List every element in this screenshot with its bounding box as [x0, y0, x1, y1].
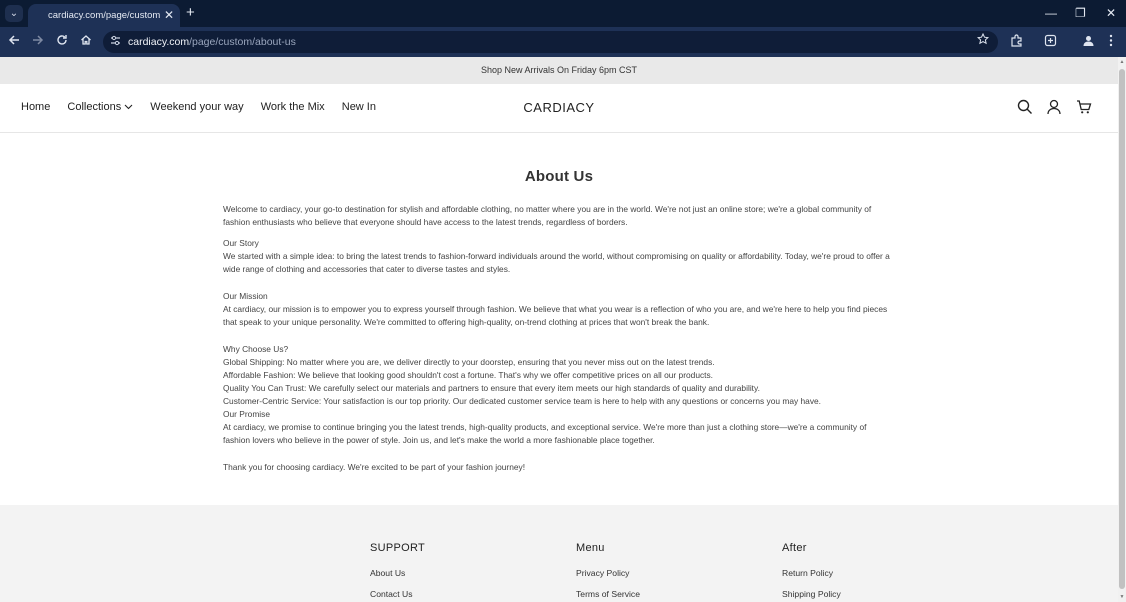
back-icon[interactable] — [6, 34, 22, 50]
announcement-bar[interactable]: Shop New Arrivals On Friday 6pm CST — [0, 57, 1118, 84]
why-item-affordable: Affordable Fashion: We believe that look… — [223, 370, 714, 380]
search-icon[interactable] — [1017, 99, 1035, 117]
footer-column-support: SUPPORT About Us Contact Us — [370, 542, 425, 602]
intro-paragraph: Welcome to cardiacy, your go-to destinat… — [223, 204, 872, 227]
star-icon[interactable] — [976, 32, 990, 48]
brand-logo[interactable]: CARDIACY — [0, 100, 1118, 115]
forward-icon[interactable] — [30, 34, 46, 50]
footer-heading-menu: Menu — [576, 542, 605, 554]
screenshot-icon[interactable] — [1044, 34, 1057, 51]
footer-link-terms-of-service[interactable]: Terms of Service — [576, 589, 640, 599]
footer-heading-support: SUPPORT — [370, 542, 426, 554]
page-scrollbar[interactable]: ▲ ▼ — [1118, 57, 1126, 602]
scroll-up-arrow[interactable]: ▲ — [1119, 59, 1125, 65]
promise-paragraph: At cardiacy, we promise to continue brin… — [223, 422, 867, 445]
url-path: /page/custom/about-us — [189, 36, 296, 48]
tab-close-icon[interactable]: ✕ — [164, 8, 174, 22]
address-bar[interactable]: cardiacy.com/page/custom/about-us — [103, 31, 998, 53]
url-host: cardiacy.com — [128, 36, 190, 48]
footer-heading-after: After — [782, 542, 807, 554]
reload-icon[interactable] — [54, 34, 70, 50]
extensions-icon[interactable] — [1010, 34, 1023, 51]
why-heading: Why Choose Us? — [223, 344, 289, 354]
footer-column-menu: Menu Privacy Policy Terms of Service — [576, 542, 640, 602]
account-icon[interactable] — [1046, 99, 1064, 117]
footer-column-after: After Return Policy Shipping Policy — [782, 542, 841, 602]
mission-paragraph: At cardiacy, our mission is to empower y… — [223, 304, 888, 327]
promise-heading: Our Promise — [223, 409, 271, 419]
home-icon[interactable] — [78, 34, 94, 50]
footer-link-privacy-policy[interactable]: Privacy Policy — [576, 568, 640, 578]
footer-link-about-us[interactable]: About Us — [370, 568, 425, 578]
footer-link-shipping-policy[interactable]: Shipping Policy — [782, 589, 841, 599]
tab-title: cardiacy.com/page/custom/abo — [48, 10, 160, 21]
story-heading: Our Story — [223, 238, 259, 248]
menu-icon[interactable] — [1108, 34, 1114, 51]
why-item-quality: Quality You Can Trust: We carefully sele… — [223, 383, 760, 393]
minimize-button[interactable]: — — [1045, 5, 1057, 21]
url-text: cardiacy.com/page/custom/about-us — [128, 36, 296, 48]
site-settings-icon[interactable] — [110, 35, 121, 49]
about-us-content: About Us Welcome to cardiacy, your go-to… — [223, 168, 895, 474]
footer-link-contact-us[interactable]: Contact Us — [370, 589, 425, 599]
story-paragraph: We started with a simple idea: to bring … — [223, 251, 890, 274]
maximize-button[interactable]: ❐ — [1075, 5, 1086, 21]
site-header: Home Collections Weekend your way Work t… — [0, 84, 1118, 133]
browser-tab-bar: ⌄ cardiacy.com/page/custom/abo ✕ + — ❐ ✕ — [0, 0, 1126, 27]
browser-tab-active[interactable]: cardiacy.com/page/custom/abo ✕ — [28, 4, 180, 27]
page-title: About Us — [524, 168, 594, 185]
site-footer: SUPPORT About Us Contact Us Menu Privacy… — [0, 505, 1118, 602]
scrollbar-thumb[interactable] — [1119, 69, 1125, 589]
new-tab-button[interactable]: + — [186, 4, 195, 22]
tab-search-dropdown[interactable]: ⌄ — [5, 5, 23, 22]
closing-paragraph: Thank you for choosing cardiacy. We're e… — [223, 462, 526, 472]
close-window-button[interactable]: ✕ — [1106, 5, 1116, 21]
why-item-service: Customer-Centric Service: Your satisfact… — [223, 396, 821, 406]
cart-icon[interactable] — [1076, 99, 1094, 117]
why-item-shipping: Global Shipping: No matter where you are… — [223, 357, 715, 367]
profile-icon[interactable] — [1082, 34, 1095, 51]
mission-heading: Our Mission — [223, 291, 268, 301]
footer-link-return-policy[interactable]: Return Policy — [782, 568, 841, 578]
scroll-down-arrow[interactable]: ▼ — [1119, 594, 1125, 600]
